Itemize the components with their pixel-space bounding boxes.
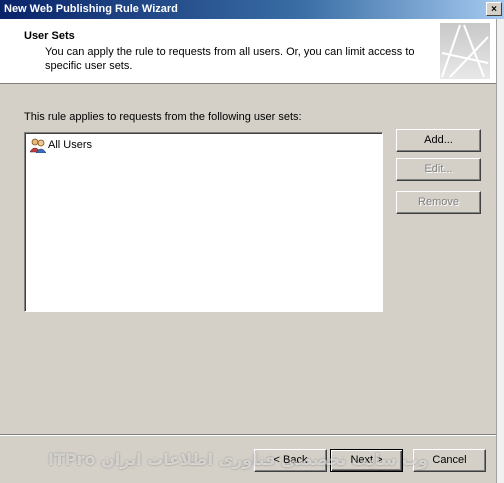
cancel-button[interactable]: Cancel (413, 449, 486, 472)
footer-divider (0, 434, 496, 436)
wizard-header: User Sets You can apply the rule to requ… (0, 19, 496, 84)
close-button[interactable]: × (486, 2, 502, 16)
add-button[interactable]: Add... (396, 129, 481, 152)
window-edge (496, 19, 504, 483)
list-item[interactable]: All Users (30, 137, 92, 153)
back-button[interactable]: < Back (254, 449, 327, 472)
user-sets-label: This rule applies to requests from the f… (24, 111, 302, 123)
wizard-banner-icon (440, 23, 490, 79)
edit-button[interactable]: Edit... (396, 158, 481, 181)
remove-button[interactable]: Remove (396, 191, 481, 214)
user-set-label: All Users (48, 139, 93, 151)
title-bar[interactable]: New Web Publishing Rule Wizard × (0, 0, 504, 19)
page-subtitle: You can apply the rule to requests from … (45, 46, 415, 72)
next-button[interactable]: Next > (330, 449, 403, 472)
users-group-icon (30, 138, 46, 153)
window-title: New Web Publishing Rule Wizard (4, 3, 178, 15)
page-title: User Sets (24, 30, 75, 42)
user-sets-list[interactable]: All Users (24, 132, 383, 312)
